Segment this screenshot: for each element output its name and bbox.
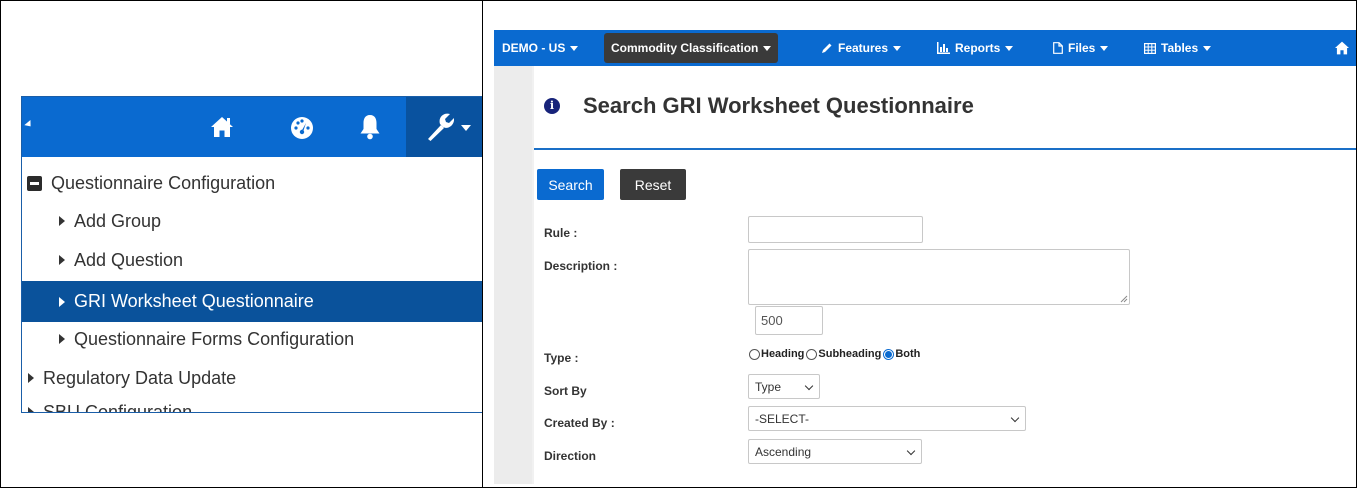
- chevron-down-icon: [1100, 45, 1109, 51]
- tree-item-sbu-configuration[interactable]: SBU Configuration: [22, 393, 482, 413]
- sort-by-value: Type: [755, 379, 782, 394]
- top-navbar: DEMO - US Commodity Classification Featu…: [494, 30, 1356, 66]
- caret-right-icon: [59, 296, 65, 307]
- tree-item-add-question[interactable]: Add Question: [22, 241, 482, 279]
- radio-subheading[interactable]: [806, 348, 818, 360]
- home-icon[interactable]: [1334, 41, 1350, 55]
- reset-button[interactable]: Reset: [620, 169, 686, 200]
- files-menu[interactable]: Files: [1053, 30, 1109, 66]
- dashboard-icon[interactable]: [282, 109, 322, 145]
- reports-menu[interactable]: Reports: [937, 30, 1014, 66]
- caret-right-icon: [59, 216, 65, 226]
- company-label: DEMO - US: [502, 41, 566, 55]
- sidebar-strip: [494, 66, 532, 484]
- search-button[interactable]: Search: [537, 169, 604, 200]
- rule-label: Rule :: [544, 226, 578, 240]
- tree-item-regulatory-data-update[interactable]: Regulatory Data Update: [22, 359, 482, 397]
- description-textarea[interactable]: [748, 249, 1130, 305]
- tree-item-gri-worksheet-questionnaire[interactable]: GRI Worksheet Questionnaire: [22, 281, 482, 322]
- resize-grip-icon[interactable]: [1120, 295, 1128, 303]
- created-by-value: -SELECT-: [755, 411, 810, 426]
- header-divider: [534, 148, 1356, 150]
- tree-item-label: Regulatory Data Update: [43, 367, 237, 388]
- active-module-label: Commodity Classification: [611, 41, 759, 55]
- home-nav-button[interactable]: [1334, 30, 1355, 66]
- chevron-down-icon: [906, 446, 916, 456]
- left-top-toolbar: [22, 97, 482, 157]
- collapse-caret-icon[interactable]: [24, 120, 34, 129]
- rule-input[interactable]: [748, 216, 923, 243]
- radio-subheading-label: Subheading: [818, 348, 882, 360]
- info-icon[interactable]: i: [544, 98, 560, 114]
- tree-item-label: GRI Worksheet Questionnaire: [74, 291, 314, 311]
- caret-right-icon: [59, 255, 65, 265]
- main-content: i Search GRI Worksheet Questionnaire Sea…: [494, 66, 1356, 484]
- chevron-down-icon: [763, 45, 772, 51]
- radio-both-label: Both: [895, 348, 921, 360]
- admin-menu-panel: Questionnaire Configuration Add Group Ad…: [21, 96, 482, 413]
- files-label: Files: [1068, 41, 1096, 55]
- tree-item-label: Questionnaire Configuration: [51, 172, 276, 193]
- char-counter: 500: [755, 306, 823, 335]
- tree-item-label: Add Question: [74, 249, 184, 270]
- collapse-minus-icon[interactable]: [27, 175, 42, 191]
- chevron-down-icon: [804, 381, 814, 391]
- bar-chart-icon: [937, 42, 950, 54]
- tree-item-label: Questionnaire Forms Configuration: [74, 328, 355, 349]
- bell-icon[interactable]: [350, 109, 390, 145]
- chevron-down-icon: [893, 45, 902, 51]
- features-label: Features: [838, 41, 889, 55]
- direction-select[interactable]: Ascending: [748, 439, 922, 464]
- type-label: Type :: [544, 351, 579, 365]
- chevron-down-icon: [461, 125, 471, 131]
- radio-both[interactable]: [883, 348, 895, 360]
- chevron-down-icon: [1010, 413, 1020, 423]
- wrench-icon[interactable]: [426, 111, 455, 146]
- caret-right-icon: [28, 373, 34, 383]
- radio-heading[interactable]: [749, 348, 760, 360]
- sort-by-label: Sort By: [544, 384, 587, 398]
- pencil-icon: [822, 43, 832, 53]
- type-radio-group: Heading Subheading Both: [749, 346, 920, 362]
- page-header: i Search GRI Worksheet Questionnaire: [534, 88, 1356, 128]
- company-dropdown[interactable]: DEMO - US: [502, 30, 579, 66]
- created-by-select[interactable]: -SELECT-: [748, 406, 1026, 431]
- chevron-down-icon: [1005, 45, 1014, 51]
- features-menu[interactable]: Features: [821, 30, 902, 66]
- created-by-label: Created By :: [544, 416, 615, 430]
- file-icon: [1053, 42, 1063, 54]
- tree-item-add-group[interactable]: Add Group: [22, 202, 482, 240]
- left-screenshot-frame: Questionnaire Configuration Add Group Ad…: [0, 0, 483, 488]
- tree-item-label: Add Group: [74, 210, 162, 231]
- caret-right-icon: [28, 407, 34, 412]
- commodity-classification-menu[interactable]: Commodity Classification: [604, 33, 779, 63]
- chevron-down-icon: [570, 45, 579, 51]
- search-panel: i Search GRI Worksheet Questionnaire Sea…: [534, 66, 1356, 484]
- tree-item-label: SBU Configuration: [43, 401, 193, 413]
- direction-label: Direction: [544, 449, 597, 463]
- tables-menu[interactable]: Tables: [1144, 30, 1212, 66]
- caret-right-icon: [59, 334, 65, 344]
- admin-tools-menu[interactable]: [406, 97, 482, 157]
- right-screenshot-frame: DEMO - US Commodity Classification Featu…: [482, 0, 1357, 488]
- tables-label: Tables: [1161, 41, 1199, 55]
- sort-by-select[interactable]: Type: [748, 374, 820, 399]
- chevron-down-icon: [1203, 45, 1212, 51]
- description-label: Description :: [544, 259, 618, 273]
- home-icon[interactable]: [202, 109, 242, 145]
- reports-label: Reports: [955, 41, 1001, 55]
- tree-item-questionnaire-forms-configuration[interactable]: Questionnaire Forms Configuration: [22, 320, 482, 358]
- radio-heading-label: Heading: [761, 348, 805, 360]
- page-title: Search GRI Worksheet Questionnaire: [583, 93, 974, 118]
- direction-value: Ascending: [755, 444, 812, 459]
- table-icon: [1144, 42, 1156, 54]
- tree-item-questionnaire-configuration[interactable]: Questionnaire Configuration: [22, 164, 482, 202]
